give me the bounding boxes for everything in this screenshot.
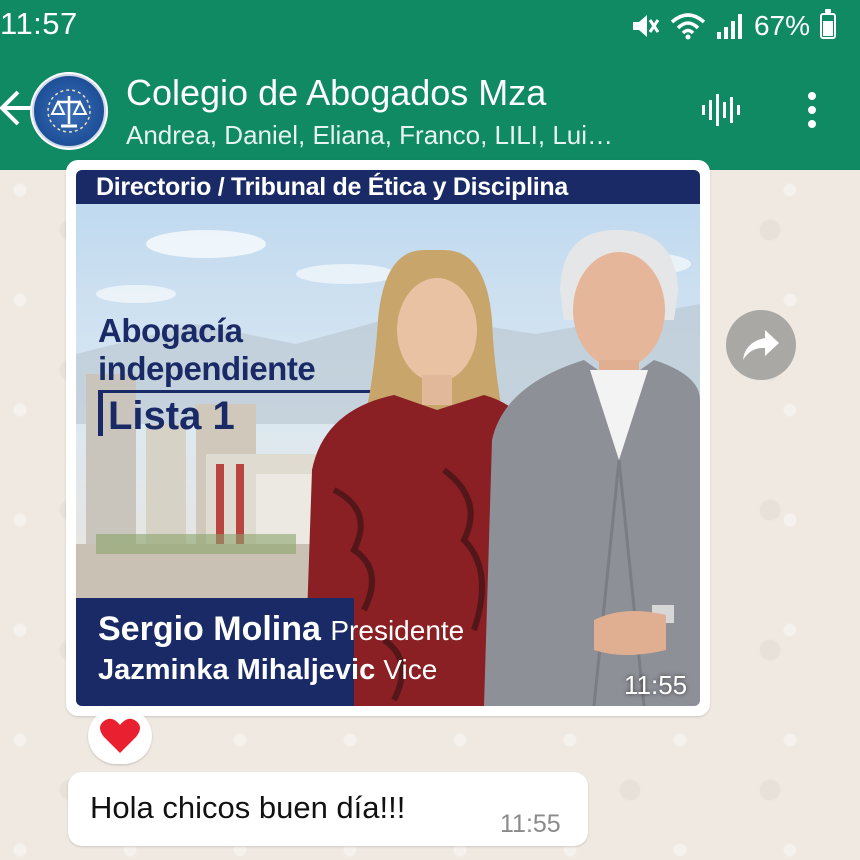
status-icons: 67%: [630, 6, 836, 46]
battery-percent: 67%: [753, 10, 810, 41]
more-options-icon[interactable]: [802, 90, 822, 130]
candidate-vice-role: Vice: [383, 654, 438, 685]
candidate-vice: Jazminka Mihaljevic Vice: [98, 654, 437, 687]
scales-of-justice-icon: [32, 74, 106, 148]
message-time: 11:55: [500, 810, 561, 838]
poster-header: Directorio / Tribunal de Ética y Discipl…: [76, 170, 700, 204]
poster-slogan-line2: independiente: [98, 350, 316, 387]
wifi-icon: [670, 13, 706, 40]
forward-button[interactable]: [726, 310, 796, 380]
image-message-time: 11:55: [624, 670, 688, 700]
text-message[interactable]: Hola chicos buen día!!! 11:55: [68, 772, 588, 846]
message-reaction[interactable]: [88, 708, 152, 764]
chat-participants[interactable]: Andrea, Daniel, Eliana, Franco, LILI, Lu…: [126, 120, 613, 151]
candidate-vice-name: Jazminka Mihaljevic: [98, 654, 376, 686]
signal-icon: [716, 14, 742, 39]
voice-call-icon[interactable]: [700, 92, 742, 128]
candidate-president-name: Sergio Molina: [98, 610, 321, 648]
back-arrow-icon[interactable]: [0, 86, 34, 130]
mute-icon: [632, 15, 660, 37]
message-text: Hola chicos buen día!!!: [90, 790, 406, 825]
heart-icon: [100, 718, 140, 753]
group-avatar[interactable]: [30, 72, 108, 150]
status-time: 11:57: [0, 6, 78, 41]
candidate-president: Sergio Molina Presidente: [98, 610, 464, 649]
slogan-bar: [98, 392, 103, 436]
poster-slogan-line1: Abogacía: [98, 312, 243, 349]
poster-list-number: Lista 1: [108, 394, 235, 438]
chat-title[interactable]: Colegio de Abogados Mza: [126, 72, 546, 114]
forward-arrow-icon: [743, 330, 779, 360]
battery-icon: [820, 9, 836, 39]
candidate-president-role: Presidente: [330, 615, 465, 646]
image-message[interactable]: Directorio / Tribunal de Ética y Discipl…: [66, 160, 710, 716]
campaign-poster[interactable]: Directorio / Tribunal de Ética y Discipl…: [76, 170, 700, 706]
app-header: 11:57 67% Colegio de Abogados Mza Andrea…: [0, 0, 860, 170]
